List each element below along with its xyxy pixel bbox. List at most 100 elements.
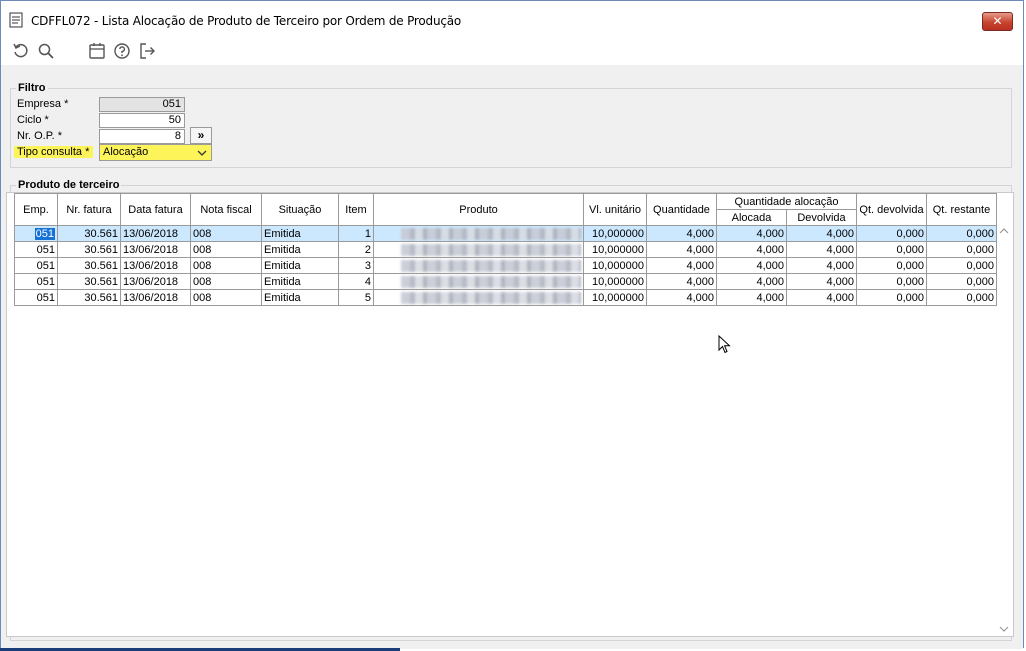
cell-nota-fiscal[interactable]: 008	[190, 289, 262, 306]
cell-alocada[interactable]: 4,000	[716, 257, 787, 274]
ciclo-field[interactable]: 50	[99, 113, 185, 128]
cell-nr-fatura[interactable]: 30.561	[57, 241, 121, 258]
cell-item[interactable]: 5	[338, 289, 374, 306]
cell-situacao[interactable]: Emitida	[261, 289, 339, 306]
vertical-scrollbar[interactable]	[997, 225, 1011, 635]
table-row[interactable]: 051 30.561 13/06/2018 008 Emitida 1 10,0…	[14, 225, 997, 242]
col-item[interactable]: Item	[338, 193, 374, 226]
cell-qt-devolvida[interactable]: 0,000	[856, 273, 927, 290]
cell-nr-fatura[interactable]: 30.561	[57, 289, 121, 306]
col-situacao[interactable]: Situação	[261, 193, 339, 226]
col-qt-devolvida[interactable]: Qt. devolvida	[856, 193, 927, 226]
col-vl-unitario[interactable]: Vl. unitário	[583, 193, 647, 226]
cell-emp[interactable]: 051	[14, 225, 58, 242]
cell-emp[interactable]: 051	[14, 273, 58, 290]
col-devolvida[interactable]: Devolvida	[786, 209, 857, 226]
nrop-field[interactable]: 8	[99, 129, 185, 144]
cell-nr-fatura[interactable]: 30.561	[57, 273, 121, 290]
cell-nota-fiscal[interactable]: 008	[190, 273, 262, 290]
tipo-consulta-select[interactable]: Alocação	[99, 144, 212, 161]
cell-vl-unitario[interactable]: 10,000000	[583, 289, 647, 306]
cell-emp[interactable]: 051	[14, 289, 58, 306]
exit-icon[interactable]	[138, 42, 156, 60]
cell-alocada[interactable]: 4,000	[716, 241, 787, 258]
cell-quantidade[interactable]: 4,000	[646, 273, 717, 290]
ciclo-label: Ciclo *	[17, 114, 49, 126]
cell-data-fatura[interactable]: 13/06/2018	[120, 273, 191, 290]
help-icon[interactable]	[113, 42, 131, 60]
cell-item[interactable]: 2	[338, 241, 374, 258]
cell-nota-fiscal[interactable]: 008	[190, 241, 262, 258]
cell-data-fatura[interactable]: 13/06/2018	[120, 241, 191, 258]
cell-vl-unitario[interactable]: 10,000000	[583, 273, 647, 290]
col-alocada[interactable]: Alocada	[716, 209, 787, 226]
cell-vl-unitario[interactable]: 10,000000	[583, 241, 647, 258]
cell-nr-fatura[interactable]: 30.561	[57, 257, 121, 274]
cell-alocada[interactable]: 4,000	[716, 225, 787, 242]
title-bar: CDFFL072 - Lista Alocação de Produto de …	[1, 1, 1023, 35]
cell-item[interactable]: 4	[338, 273, 374, 290]
col-nr-fatura[interactable]: Nr. fatura	[57, 193, 121, 226]
cell-qt-devolvida[interactable]: 0,000	[856, 225, 927, 242]
cell-qt-devolvida[interactable]: 0,000	[856, 241, 927, 258]
cell-item[interactable]: 3	[338, 257, 374, 274]
col-data-fatura[interactable]: Data fatura	[120, 193, 191, 226]
cell-emp[interactable]: 051	[14, 257, 58, 274]
cell-qt-devolvida[interactable]: 0,000	[856, 257, 927, 274]
cell-nota-fiscal[interactable]: 008	[190, 257, 262, 274]
nrop-search-button[interactable]: »	[190, 127, 212, 144]
redacted-product	[401, 275, 581, 288]
col-emp[interactable]: Emp.	[14, 193, 58, 226]
search-icon[interactable]	[37, 42, 55, 60]
cell-quantidade[interactable]: 4,000	[646, 289, 717, 306]
cell-produto[interactable]	[373, 273, 584, 290]
cell-qt-restante[interactable]: 0,000	[926, 241, 997, 258]
cell-qt-restante[interactable]: 0,000	[926, 273, 997, 290]
col-produto[interactable]: Produto	[373, 193, 584, 226]
col-quantidade[interactable]: Quantidade	[646, 193, 717, 226]
cell-situacao[interactable]: Emitida	[261, 257, 339, 274]
cell-qt-restante[interactable]: 0,000	[926, 289, 997, 306]
cell-vl-unitario[interactable]: 10,000000	[583, 257, 647, 274]
cell-data-fatura[interactable]: 13/06/2018	[120, 257, 191, 274]
cell-quantidade[interactable]: 4,000	[646, 257, 717, 274]
cell-produto[interactable]	[373, 225, 584, 242]
produto-legend: Produto de terceiro	[16, 179, 122, 191]
cell-devolvida[interactable]: 4,000	[786, 257, 857, 274]
table-row[interactable]: 051 30.561 13/06/2018 008 Emitida 4 10,0…	[14, 273, 997, 290]
cell-devolvida[interactable]: 4,000	[786, 225, 857, 242]
cell-produto[interactable]	[373, 257, 584, 274]
cell-data-fatura[interactable]: 13/06/2018	[120, 289, 191, 306]
cell-vl-unitario[interactable]: 10,000000	[583, 225, 647, 242]
cell-situacao[interactable]: Emitida	[261, 225, 339, 242]
cell-situacao[interactable]: Emitida	[261, 273, 339, 290]
table-row[interactable]: 051 30.561 13/06/2018 008 Emitida 2 10,0…	[14, 241, 997, 258]
cell-emp[interactable]: 051	[14, 241, 58, 258]
cell-item[interactable]: 1	[338, 225, 374, 242]
refresh-icon[interactable]	[12, 42, 30, 60]
cell-produto[interactable]	[373, 241, 584, 258]
calendar-icon[interactable]	[88, 42, 106, 60]
cell-qt-restante[interactable]: 0,000	[926, 257, 997, 274]
col-nota-fiscal[interactable]: Nota fiscal	[190, 193, 262, 226]
cell-devolvida[interactable]: 4,000	[786, 273, 857, 290]
table-row[interactable]: 051 30.561 13/06/2018 008 Emitida 5 10,0…	[14, 289, 997, 306]
cell-situacao[interactable]: Emitida	[261, 241, 339, 258]
cell-quantidade[interactable]: 4,000	[646, 225, 717, 242]
toolbar	[1, 35, 1023, 65]
cell-nota-fiscal[interactable]: 008	[190, 225, 262, 242]
cell-devolvida[interactable]: 4,000	[786, 241, 857, 258]
cell-qt-devolvida[interactable]: 0,000	[856, 289, 927, 306]
cell-alocada[interactable]: 4,000	[716, 273, 787, 290]
cell-produto[interactable]	[373, 289, 584, 306]
table-row[interactable]: 051 30.561 13/06/2018 008 Emitida 3 10,0…	[14, 257, 997, 274]
cell-alocada[interactable]: 4,000	[716, 289, 787, 306]
cell-qt-restante[interactable]: 0,000	[926, 225, 997, 242]
cell-devolvida[interactable]: 4,000	[786, 289, 857, 306]
col-qt-restante[interactable]: Qt. restante	[926, 193, 997, 226]
cell-nr-fatura[interactable]: 30.561	[57, 225, 121, 242]
document-icon	[9, 12, 23, 28]
cell-quantidade[interactable]: 4,000	[646, 241, 717, 258]
cell-data-fatura[interactable]: 13/06/2018	[120, 225, 191, 242]
close-button[interactable]: ✕	[982, 12, 1013, 31]
